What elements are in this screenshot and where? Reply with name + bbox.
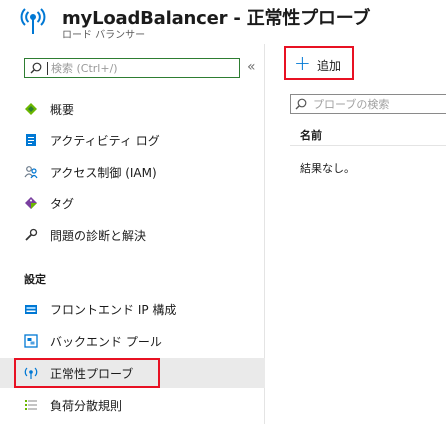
sidebar-item-label: フロントエンド IP 構成 xyxy=(50,303,177,317)
sidebar-item-label: アクティビティ ログ xyxy=(50,134,160,148)
plus-icon: + xyxy=(294,51,311,75)
add-button-label: 追加 xyxy=(317,59,342,73)
sidebar-item-frontend-ip[interactable]: フロントエンド IP 構成 xyxy=(0,294,265,324)
no-results-text: 結果なし。 xyxy=(300,162,355,175)
search-icon xyxy=(295,98,307,110)
search-icon xyxy=(30,62,42,74)
add-probe-button[interactable]: + 追加 xyxy=(284,46,354,80)
frontend-ip-icon xyxy=(25,305,37,314)
sidebar-item-backend-pool[interactable]: バックエンド プール xyxy=(0,326,265,356)
collapse-sidebar-button[interactable]: « xyxy=(247,59,256,75)
main-content: + 追加 名前 結果なし。 xyxy=(266,44,446,424)
overview-diamond-icon xyxy=(25,103,37,115)
sidebar-item-label: アクセス制御 (IAM) xyxy=(50,166,157,180)
probe-filter[interactable] xyxy=(290,94,446,114)
load-balancing-rules-icon xyxy=(25,400,37,410)
table-divider xyxy=(290,145,446,146)
section-settings-heading: 設定 xyxy=(24,273,46,286)
cursor-separator xyxy=(47,62,48,75)
sidebar: « 概要 アクティビティ ログ アクセス制御 (IAM) タグ xyxy=(0,44,265,424)
sidebar-search[interactable] xyxy=(24,58,240,78)
probe-filter-input[interactable] xyxy=(313,96,446,112)
backend-pool-icon xyxy=(24,334,38,348)
page-subtitle: ロード バランサー xyxy=(62,30,146,41)
sidebar-item-label: 負荷分散規則 xyxy=(50,399,123,413)
sidebar-item-label: 概要 xyxy=(50,103,75,117)
sidebar-item-label: 正常性プローブ xyxy=(50,367,134,381)
sidebar-item-iam[interactable]: アクセス制御 (IAM) xyxy=(0,157,265,187)
activity-log-icon xyxy=(26,134,36,146)
page-header: myLoadBalancer - 正常性プローブ ロード バランサー xyxy=(0,0,446,44)
sidebar-item-label: バックエンド プール xyxy=(50,335,162,349)
sidebar-item-health-probes[interactable]: 正常性プローブ xyxy=(0,358,265,388)
wrench-icon xyxy=(25,228,38,241)
sidebar-item-tags[interactable]: タグ xyxy=(0,188,265,218)
people-iam-icon xyxy=(24,166,38,179)
sidebar-search-input[interactable] xyxy=(51,60,236,76)
tag-icon xyxy=(25,197,37,209)
sidebar-item-label: タグ xyxy=(50,197,75,211)
health-probe-icon xyxy=(20,8,46,34)
health-probe-icon xyxy=(24,367,38,379)
sidebar-item-activity-log[interactable]: アクティビティ ログ xyxy=(0,125,265,155)
sidebar-item-overview[interactable]: 概要 xyxy=(0,94,265,124)
sidebar-item-lb-rules[interactable]: 負荷分散規則 xyxy=(0,390,265,420)
sidebar-item-diagnose[interactable]: 問題の診断と解決 xyxy=(0,220,265,250)
sidebar-item-label: 問題の診断と解決 xyxy=(50,229,147,243)
column-header-name[interactable]: 名前 xyxy=(300,127,322,143)
